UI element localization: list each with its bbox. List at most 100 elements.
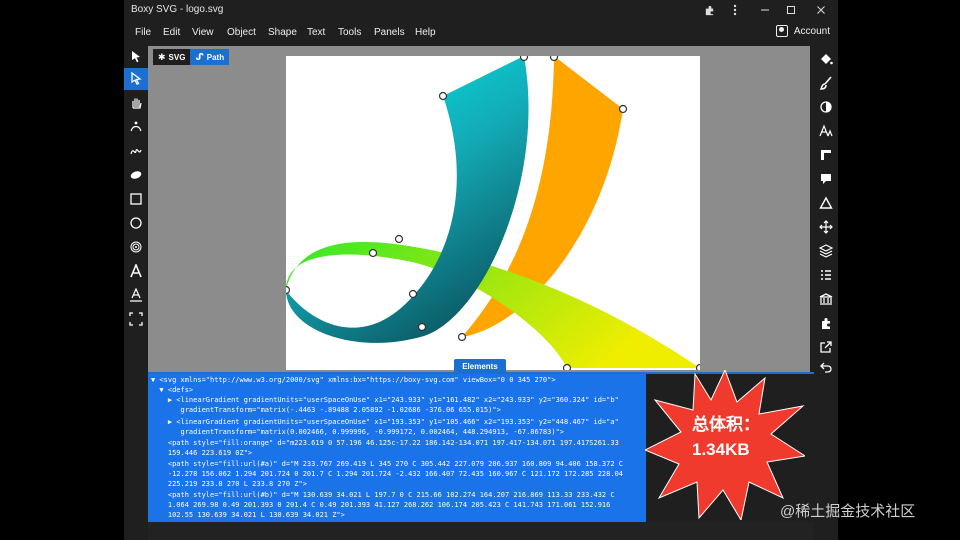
spiral-icon — [130, 241, 142, 253]
comments-panel-button[interactable] — [814, 168, 838, 190]
defs-panel-button[interactable] — [814, 312, 838, 334]
brush-icon — [819, 76, 832, 90]
code-line[interactable]: ▼ <defs> — [151, 386, 193, 396]
menu-view[interactable]: View — [192, 27, 214, 38]
triangle-icon — [819, 196, 833, 209]
breadcrumb-svg[interactable]: ✱ SVG — [153, 49, 191, 65]
code-line: 225.219 233.8 270 L 233.8 270 Z"> — [151, 480, 307, 488]
menu-tools[interactable]: Tools — [338, 27, 361, 38]
pointer-icon — [132, 51, 140, 63]
circle-icon — [130, 217, 142, 229]
ellipse-blob-icon — [130, 171, 142, 179]
breadcrumb-path[interactable]: ᔑ Path — [190, 49, 230, 65]
title-bar: Boxy SVG - logo.svg — [124, 0, 838, 20]
fill-bucket-icon — [821, 54, 833, 65]
code-line[interactable]: ▶ <linearGradient gradientUnits="userSpa… — [151, 396, 619, 406]
contrast-icon — [820, 101, 832, 113]
undo-button[interactable] — [814, 356, 838, 378]
library-icon — [819, 293, 833, 305]
code-line: 159.446 223.619 0Z"> — [151, 449, 253, 457]
arrange-panel-button[interactable] — [814, 216, 838, 238]
minimize-icon[interactable] — [752, 0, 778, 20]
breadcrumb-svg-label: SVG — [168, 52, 186, 62]
extensions-icon[interactable] — [696, 0, 722, 20]
more-options-icon[interactable] — [722, 0, 748, 20]
node-pointer-icon — [131, 72, 142, 86]
menu-file[interactable]: File — [135, 27, 151, 38]
account-icon — [775, 25, 788, 37]
node-pointer-tool[interactable] — [124, 68, 148, 90]
text-icon — [130, 264, 142, 278]
path-icon: ᔑ — [195, 51, 204, 62]
menu-bar: File Edit View Object Shape Text Tools P… — [124, 22, 838, 44]
code-line: gradientTransform="matrix(0.002466, 0.99… — [151, 428, 565, 436]
account-button[interactable]: Account — [775, 25, 830, 37]
crop-tool[interactable] — [124, 308, 148, 330]
code-line[interactable]: ▶ <linearGradient gradientUnits="userSpa… — [151, 418, 619, 428]
text-path-tool[interactable] — [124, 284, 148, 306]
close-icon[interactable] — [808, 0, 834, 20]
breadcrumb: ✱ SVG ᔑ Path — [153, 49, 230, 65]
circle-tool[interactable] — [124, 212, 148, 234]
curve-tool[interactable] — [124, 116, 148, 138]
menu-object[interactable]: Object — [227, 27, 256, 38]
puzzle-icon — [822, 318, 830, 329]
undo-icon — [820, 362, 832, 373]
rectangle-tool[interactable] — [124, 188, 148, 210]
elements-panel[interactable]: ▼ <svg xmlns="http://www.w3.org/2000/svg… — [148, 374, 646, 522]
panel-scroll-strip[interactable] — [148, 522, 814, 540]
export-panel-button[interactable] — [814, 336, 838, 358]
move-arrows-icon — [819, 220, 833, 234]
layers-icon — [819, 244, 833, 258]
menu-help[interactable]: Help — [415, 27, 436, 38]
menu-edit[interactable]: Edit — [163, 27, 180, 38]
transform-panel-button[interactable] — [814, 192, 838, 214]
account-label: Account — [793, 25, 830, 37]
rectangle-icon — [130, 193, 142, 205]
stroke-panel-button[interactable] — [814, 72, 838, 94]
code-line[interactable]: <path style="fill:orange" d="m223.619 0 … — [151, 439, 619, 449]
freehand-tool[interactable] — [124, 140, 148, 162]
menu-panels[interactable]: Panels — [374, 27, 405, 38]
crop-icon — [129, 312, 143, 326]
freehand-icon — [130, 148, 142, 155]
canvas-area[interactable]: ✱ SVG ᔑ Path — [148, 46, 810, 372]
elements-panel-tab[interactable]: Elements — [454, 359, 506, 373]
window-title: Boxy SVG - logo.svg — [131, 4, 224, 15]
library-panel-button[interactable] — [814, 288, 838, 310]
watermark-text: @稀土掘金技术社区 — [780, 503, 916, 520]
artboard[interactable] — [286, 56, 700, 370]
geometry-panel-button[interactable] — [814, 144, 838, 166]
code-line[interactable]: <path style="fill:url(#a)" d="M 233.767 … — [151, 460, 623, 470]
code-line[interactable]: <path style="fill:url(#b)" d="M 130.639 … — [151, 491, 615, 501]
text-tool[interactable] — [124, 260, 148, 282]
compositing-panel-button[interactable] — [814, 96, 838, 118]
menu-text[interactable]: Text — [307, 27, 325, 38]
code-line[interactable]: ▼ <svg xmlns="http://www.w3.org/2000/svg… — [151, 376, 556, 386]
pointer-tool[interactable] — [124, 46, 148, 68]
typography-panel-button[interactable] — [814, 120, 838, 142]
export-icon — [820, 341, 832, 353]
spiral-tool[interactable] — [124, 236, 148, 258]
comment-icon — [821, 174, 831, 184]
logo-drawing[interactable] — [286, 56, 700, 370]
code-line: gradientTransform="matrix(-.4463 -.89488… — [151, 406, 501, 414]
file-size-value: 1.34KB — [692, 440, 750, 459]
gear-icon: ✱ — [158, 51, 166, 62]
code-line: 1.064 269.98 0.49 201.393 0 201.4 C 0.49… — [151, 501, 611, 509]
maximize-icon[interactable] — [778, 0, 804, 20]
ellipse-blob-tool[interactable] — [124, 164, 148, 186]
ruler-icon — [821, 150, 831, 160]
breadcrumb-path-label: Path — [206, 52, 225, 62]
left-toolbar — [124, 46, 148, 330]
layers-panel-button[interactable] — [814, 240, 838, 262]
text-path-icon — [130, 288, 142, 302]
file-size-label: 总体积： — [692, 415, 760, 434]
list-icon — [821, 270, 831, 280]
menu-shape[interactable]: Shape — [268, 27, 297, 38]
hand-icon — [132, 98, 142, 109]
hand-tool[interactable] — [124, 92, 148, 114]
elements-panel-button[interactable] — [814, 264, 838, 286]
code-line: -12.278 156.062 1.294 201.724 0 201.7 C … — [151, 470, 624, 478]
fill-panel-button[interactable] — [814, 48, 838, 70]
